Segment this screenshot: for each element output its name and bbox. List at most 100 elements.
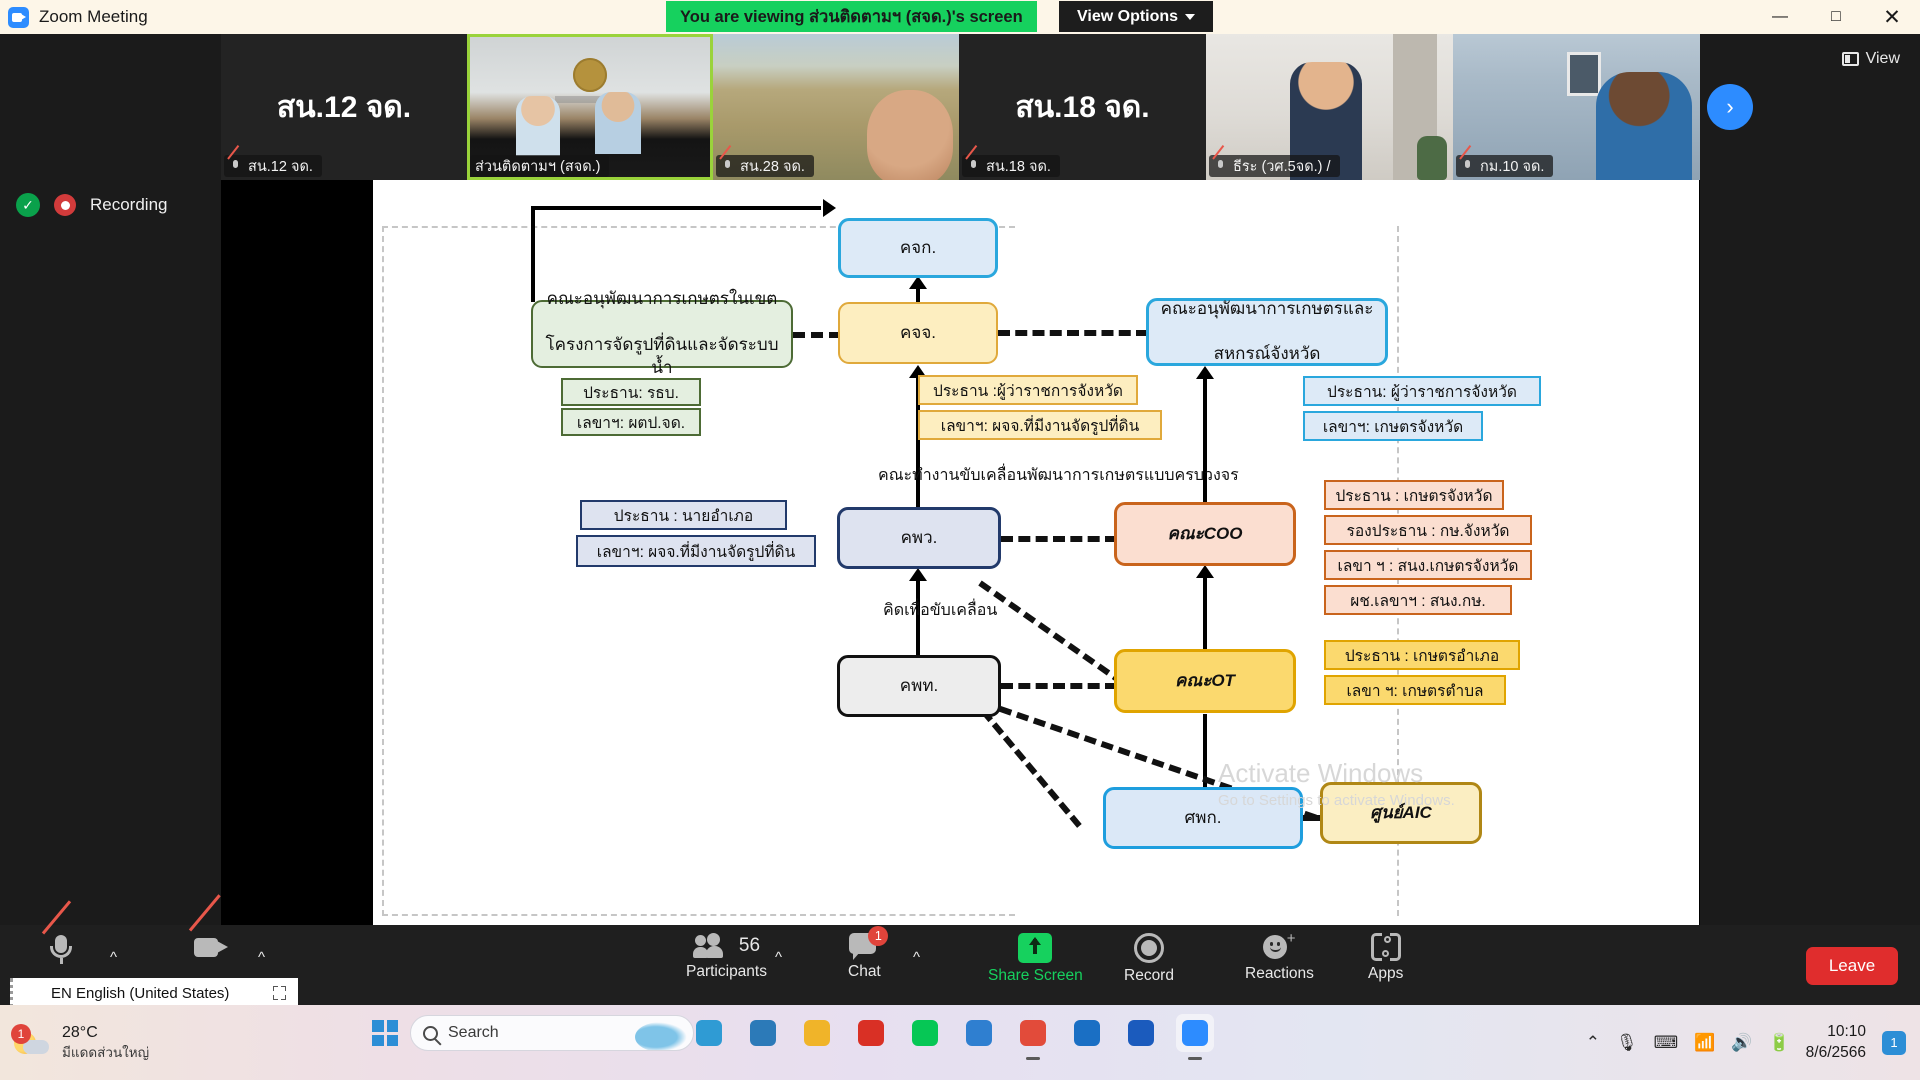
participants-label: Participants (686, 963, 767, 980)
video-tile-1[interactable]: ส่วนติดตามฯ (สจด.) (467, 34, 713, 180)
apps-button[interactable]: Apps (1368, 933, 1403, 983)
mic-off-icon (967, 159, 980, 174)
video-tile-3[interactable]: สน.18 จด. สน.18 จด. (959, 34, 1206, 180)
weather-icon: 1 (11, 1024, 52, 1058)
apps-label: Apps (1368, 965, 1404, 982)
tile-name-badge: กม.10 จด. (1456, 155, 1554, 177)
search-input[interactable]: Search (410, 1015, 694, 1051)
record-label: Record (1124, 967, 1174, 984)
participants-count: 56 (738, 935, 761, 956)
tile-name-label: ส่วนติดตามฯ (สจด.) (475, 158, 601, 175)
taskbar-store-icon[interactable] (744, 1014, 782, 1052)
taskbar-zoom-icon[interactable] (1176, 1014, 1214, 1060)
participants-caret[interactable]: ^ (775, 949, 782, 966)
share-screen-button[interactable]: Share Screen (988, 933, 1083, 985)
connector-line (531, 206, 535, 302)
diagram-node-anu_left: คณะอนุพัฒนาการเกษตรในเขต โครงการจัดรูปที่… (531, 289, 793, 377)
taskbar-mail-icon[interactable] (960, 1014, 998, 1052)
shared-screen-area[interactable]: คจก. คณะอนุพัฒนาการเกษตรในเขต โครงการจัดรู… (221, 180, 1700, 925)
taskbar-line-icon[interactable] (906, 1014, 944, 1052)
reactions-button[interactable]: + Reactions (1245, 931, 1314, 983)
taskbar-center: Search (372, 1015, 694, 1051)
video-tile-5[interactable]: กม.10 จด. (1453, 34, 1700, 180)
windows-taskbar: 1 28°C มีแดดส่วนใหญ่ Search ⌃ 🎙 ⌨ 📶 🔊 🔋 (0, 1005, 1920, 1080)
tile-name-label: ธีระ (วศ.5จด.) / (1233, 158, 1331, 175)
zoom-icon (1182, 1020, 1208, 1046)
wifi-tray-icon[interactable]: 📶 (1694, 1033, 1715, 1053)
view-layout-button[interactable]: View (1834, 44, 1908, 74)
window-controls: — □ ✕ (1752, 0, 1920, 34)
video-tile-4[interactable]: ธีระ (วศ.5จด.) / (1206, 34, 1453, 180)
weather-badge: 1 (11, 1024, 31, 1044)
dashed-connector (1001, 683, 1117, 689)
person-figure (1596, 72, 1692, 180)
diagram-tag-t9: ประธาน : เกษตรจังหวัด (1324, 480, 1504, 510)
mic-off-icon (1461, 159, 1474, 174)
notification-badge[interactable]: 1 (1882, 1030, 1906, 1055)
arrow-head-icon (1196, 366, 1214, 379)
close-button[interactable]: ✕ (1864, 0, 1920, 34)
tile-name-label: กม.10 จด. (1480, 158, 1545, 175)
diagram-tag-t1: ประธาน: รธบ. (561, 378, 701, 406)
view-label: View (1865, 50, 1900, 67)
tile-name-label: สน.28 จด. (740, 158, 805, 175)
taskbar-outlook-icon[interactable] (1068, 1014, 1106, 1052)
tile-name-label: สน.12 จด. (248, 158, 313, 175)
next-page-button[interactable]: › (1707, 84, 1753, 130)
expand-icon[interactable] (273, 986, 286, 1000)
diagram-tag-t7: ประธาน : นายอำเภอ (580, 500, 787, 530)
taskbar-file-explorer-icon[interactable] (798, 1014, 836, 1052)
taskbar-word-icon[interactable] (1122, 1014, 1160, 1052)
share-screen-icon (1018, 933, 1053, 963)
diagram-tag-t3: ประธาน :ผู้ว่าราชการจังหวัด (918, 375, 1138, 405)
recording-label: Recording (90, 195, 168, 214)
participants-button[interactable]: 56 Participants (686, 933, 767, 981)
leave-button[interactable]: Leave (1806, 947, 1898, 985)
video-tile-2[interactable]: สน.28 จด. (713, 34, 959, 180)
node-label-line: คพว. (900, 527, 938, 547)
taskbar-edge-icon[interactable] (690, 1014, 728, 1052)
minimize-button[interactable]: — (1752, 0, 1808, 34)
edge-icon (696, 1020, 722, 1046)
diagram-text-f1: คณะทำงานขับเคลื่อนพัฒนาการเกษตรแบบครบวงจ… (878, 467, 1239, 484)
ime-language-popup[interactable]: EN English (United States) (10, 978, 298, 1008)
video-tile-0[interactable]: สน.12 จด. สน.12 จด. (221, 34, 467, 180)
diagram-tag-t14: เลขา ฯ: เกษตรตำบล (1324, 675, 1506, 705)
clock-date: 8/6/2566 (1805, 1043, 1866, 1061)
weather-widget[interactable]: 1 28°C มีแดดส่วนใหญ่ (11, 1023, 149, 1063)
chat-caret[interactable]: ^ (913, 949, 920, 966)
maximize-button[interactable]: □ (1808, 0, 1864, 34)
keyboard-tray-icon[interactable]: ⌨ (1654, 1033, 1679, 1053)
microphone-tray-icon[interactable]: 🎙 (1616, 1033, 1638, 1053)
start-video-button[interactable] (188, 894, 230, 963)
record-button[interactable]: Record (1124, 933, 1174, 985)
record-dot-icon (54, 194, 76, 216)
tile-name-badge: สน.28 จด. (716, 155, 814, 177)
chat-badge: 1 (868, 926, 889, 946)
battery-tray-icon[interactable]: 🔋 (1768, 1033, 1789, 1053)
chat-button[interactable]: 1 Chat (848, 926, 889, 981)
video-options-caret[interactable]: ^ (258, 949, 265, 966)
node-label-line: ศพก. (1184, 807, 1222, 827)
volume-tray-icon[interactable]: 🔊 (1731, 1033, 1752, 1053)
taskbar-active-underline (1026, 1057, 1040, 1060)
view-options-button[interactable]: View Options (1059, 1, 1214, 32)
share-screen-label: Share Screen (988, 967, 1083, 984)
tile-name-badge: สน.18 จด. (962, 155, 1060, 177)
taskbar-clock[interactable]: 10:10 8/6/2566 (1806, 1022, 1866, 1064)
tile-name-badge: ส่วนติดตามฯ (สจด.) (470, 155, 610, 177)
participants-icon (692, 933, 729, 959)
mute-button[interactable] (41, 900, 76, 967)
tray-chevron-up-icon[interactable]: ⌃ (1586, 1033, 1600, 1053)
diagram-node-kopot: คพท. (837, 655, 1001, 717)
chrome-icon (1020, 1020, 1046, 1046)
taskbar-gmail-icon[interactable] (852, 1014, 890, 1052)
dashed-connector (793, 332, 841, 338)
recording-rail: ✓ Recording (0, 180, 221, 925)
start-button-icon[interactable] (372, 1020, 398, 1046)
recording-indicator[interactable]: ✓ Recording (16, 193, 168, 217)
audio-options-caret[interactable]: ^ (110, 949, 117, 966)
taskbar-chrome-icon[interactable] (1014, 1014, 1052, 1060)
search-placeholder: Search (448, 1024, 499, 1041)
tile-name-badge: สน.12 จด. (224, 155, 322, 177)
